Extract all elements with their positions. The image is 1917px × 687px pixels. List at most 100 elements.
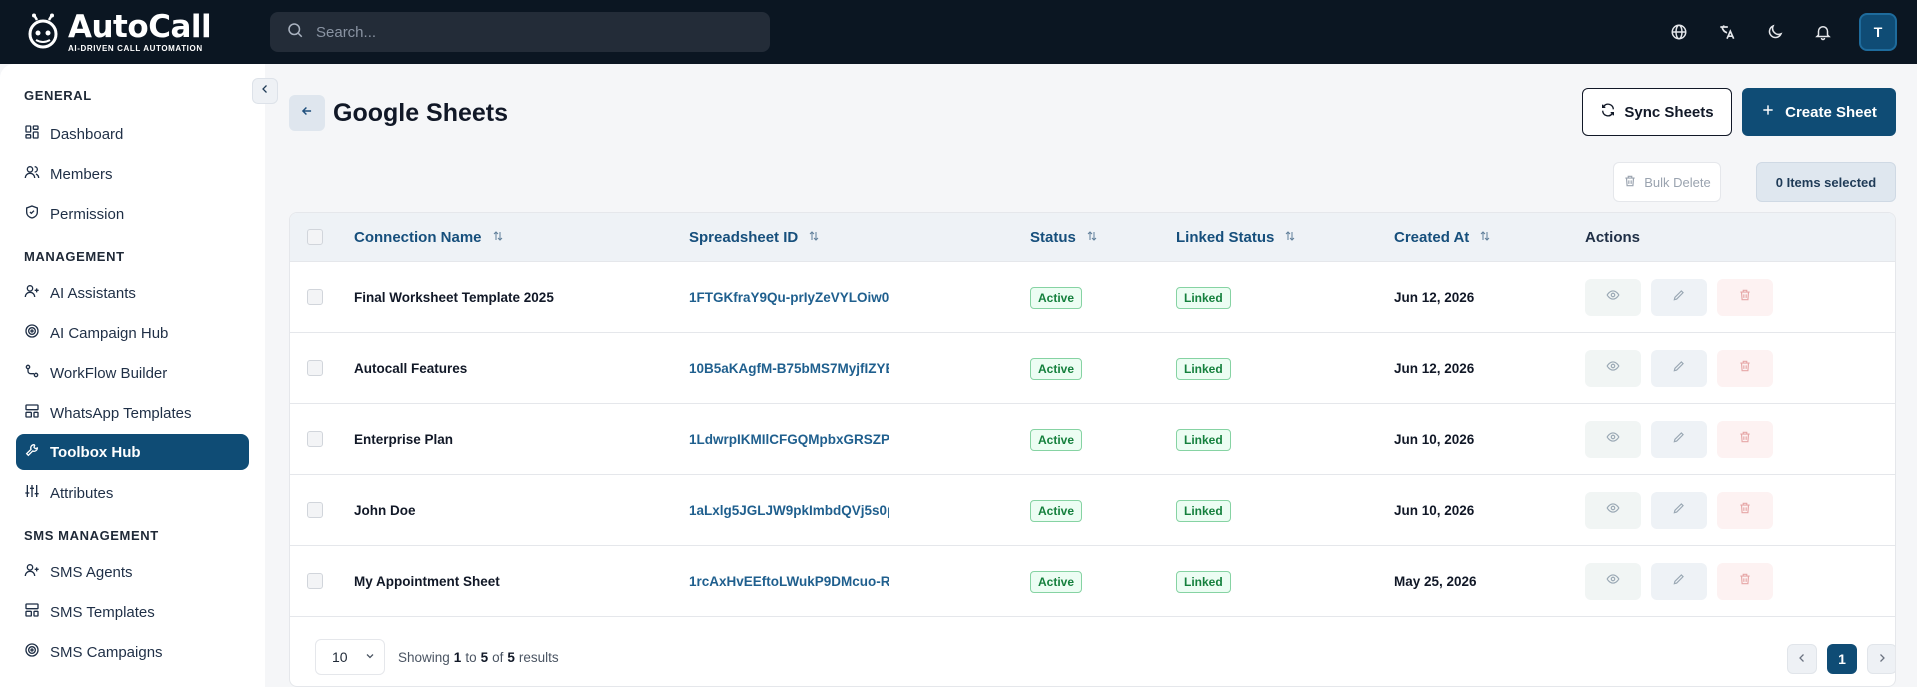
spreadsheet-id-link[interactable]: 1LdwrpIKMIlCFGQMpbxGRSZPb — [689, 404, 889, 475]
sidebar-item-ai-campaign-hub[interactable]: AI Campaign Hub — [16, 315, 249, 351]
spreadsheet-id-link[interactable]: 1rcAxHvEEftoLWukP9DMcuo-Rt — [689, 546, 889, 617]
edit-button[interactable] — [1651, 563, 1707, 600]
showing-prefix: Showing — [398, 649, 450, 665]
page-title: Google Sheets — [333, 99, 509, 127]
row-checkbox[interactable] — [307, 289, 323, 305]
table-row: My Appointment Sheet 1rcAxHvEEftoLWukP9DM… — [290, 546, 1895, 617]
delete-button[interactable] — [1717, 279, 1773, 316]
status-badge: Active — [1030, 286, 1083, 309]
status-cell: Active — [1030, 262, 1083, 333]
connection-name: John Doe — [354, 503, 416, 518]
spreadsheet-id-link[interactable]: 10B5aKAgfM-B75bMS7MyjfIZYE — [689, 333, 889, 404]
logo[interactable]: AutoCall AI-DRIVEN CALL AUTOMATION — [24, 10, 212, 54]
sidebar-item-ai-assistants[interactable]: AI Assistants — [16, 275, 249, 311]
showing-to-word: to — [465, 649, 477, 665]
chevron-down-icon — [364, 649, 376, 665]
table-row: Final Worksheet Template 2025 1FTGKfraY9Q… — [290, 262, 1895, 333]
spreadsheet-id-link[interactable]: 1aLxlg5JGLJW9pkImbdQVj5s0p — [689, 475, 889, 546]
template-icon — [24, 602, 40, 622]
column-header-linked-status[interactable]: Linked Status — [1176, 213, 1296, 262]
view-button[interactable] — [1585, 563, 1641, 600]
spreadsheet-id-link[interactable]: 1FTGKfraY9Qu-prIyZeVYLOiw07 — [689, 262, 889, 333]
delete-button[interactable] — [1717, 421, 1773, 458]
eye-icon — [1606, 501, 1620, 520]
select-all-checkbox[interactable] — [307, 229, 323, 245]
status-badge: Active — [1030, 357, 1083, 380]
sidebar-item-workflow-builder[interactable]: WorkFlow Builder — [16, 355, 249, 391]
sidebar-item-sms-campaigns[interactable]: SMS Campaigns — [16, 634, 249, 670]
create-sheet-label: Create Sheet — [1785, 103, 1877, 121]
create-sheet-button[interactable]: Create Sheet — [1742, 88, 1896, 136]
template-icon — [24, 403, 40, 423]
column-header-connection-name[interactable]: Connection Name — [354, 213, 504, 262]
edit-button[interactable] — [1651, 421, 1707, 458]
sidebar-item-sms-templates[interactable]: SMS Templates — [16, 594, 249, 630]
sidebar-item-attributes[interactable]: Attributes — [16, 475, 249, 511]
user-plus-icon — [24, 283, 40, 303]
delete-button[interactable] — [1717, 492, 1773, 529]
next-page-button[interactable] — [1867, 644, 1895, 674]
column-header-spreadsheet-id[interactable]: Spreadsheet ID — [689, 213, 820, 262]
results-to: 5 — [480, 649, 489, 665]
wrench-icon — [24, 442, 40, 462]
sidebar-item-sms-agents[interactable]: SMS Agents — [16, 554, 249, 590]
sidebar-item-label: Attributes — [50, 484, 114, 502]
row-checkbox[interactable] — [307, 431, 323, 447]
sync-sheets-label: Sync Sheets — [1624, 103, 1714, 121]
edit-button[interactable] — [1651, 492, 1707, 529]
connection-name: Enterprise Plan — [354, 432, 454, 447]
translate-icon[interactable] — [1715, 20, 1739, 44]
target-icon — [24, 323, 40, 343]
trash-icon — [1623, 174, 1637, 191]
sidebar-item-label: SMS Templates — [50, 603, 155, 621]
user-avatar[interactable]: T — [1859, 13, 1897, 51]
per-page-select[interactable]: 10 — [315, 639, 385, 675]
row-checkbox[interactable] — [307, 360, 323, 376]
eye-icon — [1606, 359, 1620, 378]
sync-sheets-button[interactable]: Sync Sheets — [1582, 88, 1732, 136]
pencil-icon — [1672, 501, 1686, 520]
bell-icon[interactable] — [1811, 20, 1835, 44]
moon-icon[interactable] — [1763, 20, 1787, 44]
status-cell: Active — [1030, 475, 1083, 546]
row-checkbox[interactable] — [307, 502, 323, 518]
sidebar-collapse-button[interactable] — [252, 78, 278, 104]
workflow-icon — [24, 363, 40, 383]
dashboard-icon — [24, 124, 40, 144]
page-button-current[interactable]: 1 — [1827, 644, 1857, 674]
sidebar-item-dashboard[interactable]: Dashboard — [16, 116, 249, 152]
delete-button[interactable] — [1717, 563, 1773, 600]
row-checkbox[interactable] — [307, 573, 323, 589]
target-icon — [24, 642, 40, 662]
table-row: Enterprise Plan 1LdwrpIKMIlCFGQMpbxGRSZPb… — [290, 404, 1895, 475]
bulk-delete-button[interactable]: Bulk Delete — [1613, 162, 1721, 202]
top-bar: AutoCall AI-DRIVEN CALL AUTOMATION T — [0, 0, 1917, 64]
items-selected-indicator: 0 Items selected — [1756, 162, 1896, 202]
back-button[interactable] — [289, 95, 325, 131]
view-button[interactable] — [1585, 279, 1641, 316]
sidebar-item-permission[interactable]: Permission — [16, 196, 249, 232]
prev-page-button[interactable] — [1787, 644, 1817, 674]
column-header-created-at[interactable]: Created At — [1394, 213, 1491, 262]
spreadsheet-id-text: 10B5aKAgfM-B75bMS7MyjfIZYE — [689, 361, 889, 376]
sidebar-section-management: MANAGEMENT — [24, 249, 125, 264]
search-bar[interactable] — [270, 12, 770, 52]
column-header-status[interactable]: Status — [1030, 213, 1098, 262]
globe-icon[interactable] — [1667, 20, 1691, 44]
sliders-icon — [24, 483, 40, 503]
pencil-icon — [1672, 430, 1686, 449]
sidebar-item-toolbox-hub[interactable]: Toolbox Hub — [16, 434, 249, 470]
edit-button[interactable] — [1651, 350, 1707, 387]
search-input[interactable] — [316, 23, 736, 41]
robot-logo-icon — [24, 13, 62, 51]
view-button[interactable] — [1585, 421, 1641, 458]
delete-button[interactable] — [1717, 350, 1773, 387]
status-badge: Active — [1030, 499, 1083, 522]
edit-button[interactable] — [1651, 279, 1707, 316]
sidebar-item-members[interactable]: Members — [16, 156, 249, 192]
view-button[interactable] — [1585, 350, 1641, 387]
trash-icon — [1738, 359, 1752, 378]
view-button[interactable] — [1585, 492, 1641, 529]
sort-icon — [492, 229, 504, 246]
sidebar-item-whatsapp-templates[interactable]: WhatsApp Templates — [16, 395, 249, 431]
